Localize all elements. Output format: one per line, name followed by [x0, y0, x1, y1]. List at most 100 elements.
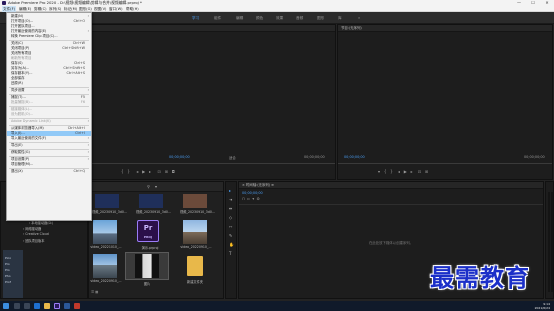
marker-icon[interactable]: ▾ [378, 169, 380, 174]
menu-item-shortcut: F6 [80, 100, 85, 104]
tree-item[interactable]: › Creative Cloud [23, 232, 49, 236]
file-explorer-icon[interactable] [44, 303, 50, 309]
tab-more[interactable]: » [358, 12, 360, 24]
submenu-arrow-icon: › [87, 88, 89, 92]
edge-icon[interactable] [34, 303, 40, 309]
submenu-arrow-icon: › [87, 150, 89, 154]
tree-item[interactable]: › 网络驱动器 [23, 226, 41, 231]
mark-in-icon[interactable]: { [121, 169, 124, 174]
source-scrubber[interactable] [89, 163, 335, 164]
video-thumbnail [183, 194, 207, 208]
photo-thumbnail [183, 220, 207, 244]
mark-in-icon[interactable]: { [384, 169, 387, 174]
mark-out-icon[interactable]: } [127, 169, 130, 174]
tab-assembly[interactable]: 组件 [214, 12, 221, 24]
file-menu-item[interactable]: 导出(E) › [7, 143, 91, 148]
menu-item-label: 批量捕捉(B)... [11, 100, 33, 104]
premiere-taskbar-icon[interactable] [54, 303, 60, 309]
source-monitor-panel: 00;00;00;00 适合 00;00;00;00 { } ◂ ▶ ▸ ⊡ ⊞… [88, 24, 336, 180]
bin-view-controls: ☰ ▦ [91, 290, 98, 294]
play-icon[interactable]: ▶ [142, 169, 145, 174]
extract-icon[interactable]: ⊞ [425, 169, 428, 174]
step-forward-icon[interactable]: ▸ [411, 169, 413, 174]
menu-item-label: 设为脱机(O)... [11, 112, 34, 116]
file-menu-item[interactable]: 退出(X) Ctrl+Q [7, 169, 91, 174]
tools-panel: ▸ ⇥ ⇹ ◇ ⇿ ✎ ✋ T [225, 181, 237, 299]
mark-out-icon[interactable]: } [390, 169, 393, 174]
premiere-window: Adobe Premiere Pro 2020 - D:\视频\视频编辑\剪辑与… [0, 0, 554, 311]
task-view-icon[interactable] [24, 303, 30, 309]
program-timecode-left: 00;00;00;00 [344, 155, 365, 159]
file-menu-item[interactable]: 获取属性(G) › [7, 150, 91, 155]
step-back-icon[interactable]: ◂ [398, 169, 400, 174]
file-menu-item[interactable]: 同步设置 › [7, 88, 91, 93]
program-transport-controls: ▾ { } ◂ ▶ ▸ ⊡ ⊞ [378, 169, 548, 174]
side-label: Pho [5, 274, 11, 278]
tab-effects[interactable]: 效果 [276, 12, 283, 24]
lift-icon[interactable]: ⊡ [418, 169, 421, 174]
slip-icon[interactable]: ⇿ [229, 224, 232, 229]
ripple-edit-icon[interactable]: ⇹ [229, 206, 232, 211]
project-bin-panel: ⚲ ▾ 视频_20230910_3d0... 视频_20230910_3d0..… [88, 181, 224, 299]
file-menu-item[interactable]: 转换 Premiere Clip 项目(C)... [7, 34, 91, 39]
timeline-title: × 时间轴:(无序列) ≡ [239, 182, 543, 189]
file-menu-item[interactable]: 项目管理(M)... [7, 162, 91, 167]
razor-icon[interactable]: ◇ [229, 215, 232, 220]
audio-meter-right [551, 192, 553, 292]
premiere-project-icon: Pr PROJ [137, 220, 159, 242]
list-view-icon[interactable]: ☰ [91, 290, 94, 294]
file-menu-item: 设为脱机(O)... [7, 112, 91, 117]
tab-color[interactable]: 颜色 [256, 12, 263, 24]
tab-learning[interactable]: 学习 [192, 12, 199, 24]
insert-icon[interactable]: ⊡ [157, 169, 160, 174]
timeline-empty-hint: 在此处放下媒体以创建序列。 [368, 241, 414, 245]
menu-item-label: 同步设置 [11, 88, 25, 92]
timeline-ruler [239, 204, 543, 205]
side-label: Pro [5, 262, 10, 266]
video-thumbnail [95, 194, 119, 208]
menu-item-label: 还原(R) [11, 81, 23, 85]
selection-tool-icon[interactable]: ▸ [229, 188, 231, 193]
hand-icon[interactable]: ✋ [229, 242, 234, 247]
program-timecode-right: 00;00;00;00 [524, 155, 545, 159]
file-menu-item[interactable]: 还原(R) [7, 81, 91, 86]
source-zoom[interactable]: 适合 [229, 155, 236, 160]
filter-icon[interactable]: ⚲ [147, 184, 150, 189]
tab-editing[interactable]: 编辑 [236, 12, 243, 24]
track-select-icon[interactable]: ⇥ [229, 197, 232, 202]
tab-audio[interactable]: 音频 [296, 12, 303, 24]
search-icon[interactable] [14, 303, 20, 309]
tab-libraries[interactable]: 库 [338, 12, 342, 24]
overwrite-icon[interactable]: ⊞ [165, 169, 168, 174]
pen-icon[interactable]: ✎ [229, 233, 232, 238]
windows-taskbar: 9:14 2021/6/24 [0, 301, 554, 311]
start-icon[interactable] [3, 303, 9, 309]
file-menu-item[interactable]: 导入最近使用的文件(F) › [7, 136, 91, 141]
close-tab-icon[interactable]: × [242, 183, 245, 187]
linked-select-icon[interactable]: ⊏ [247, 197, 250, 201]
submenu-arrow-icon: › [87, 136, 89, 140]
funnel-icon[interactable]: ▾ [155, 184, 157, 189]
step-back-icon[interactable]: ◂ [136, 169, 138, 174]
app-icon[interactable] [74, 303, 80, 309]
program-scrubber[interactable] [338, 163, 552, 164]
play-icon[interactable]: ▶ [404, 169, 407, 174]
settings-wrench-icon[interactable]: ⚙ [257, 197, 260, 201]
step-forward-icon[interactable]: ▸ [149, 169, 151, 174]
menu-item-label: 退出(X) [11, 169, 23, 173]
side-label: Prof [5, 280, 11, 284]
export-frame-icon[interactable]: ◘ [172, 169, 175, 174]
add-marker-icon[interactable]: ▾ [252, 197, 254, 201]
tab-graphics[interactable]: 图形 [317, 12, 324, 24]
project-bin-toolbar: ⚲ ▾ [89, 182, 223, 192]
photo-thumbnail [135, 254, 159, 278]
taskbar-date: 2021/6/24 [534, 306, 550, 310]
program-monitor-panel: 节目:(无序列) 00;00;00;00 00;00;00;00 ▾ { } ◂… [337, 24, 553, 180]
type-icon[interactable]: T [229, 251, 231, 256]
word-icon[interactable] [64, 303, 70, 309]
snap-icon[interactable]: ⊓ [242, 197, 245, 201]
tree-item[interactable]: › 团队项目版本 [23, 238, 44, 243]
icon-view-icon[interactable]: ▦ [95, 290, 98, 294]
video-thumbnail [139, 194, 163, 208]
source-timecode-left: 00;00;00;00 [169, 155, 190, 159]
